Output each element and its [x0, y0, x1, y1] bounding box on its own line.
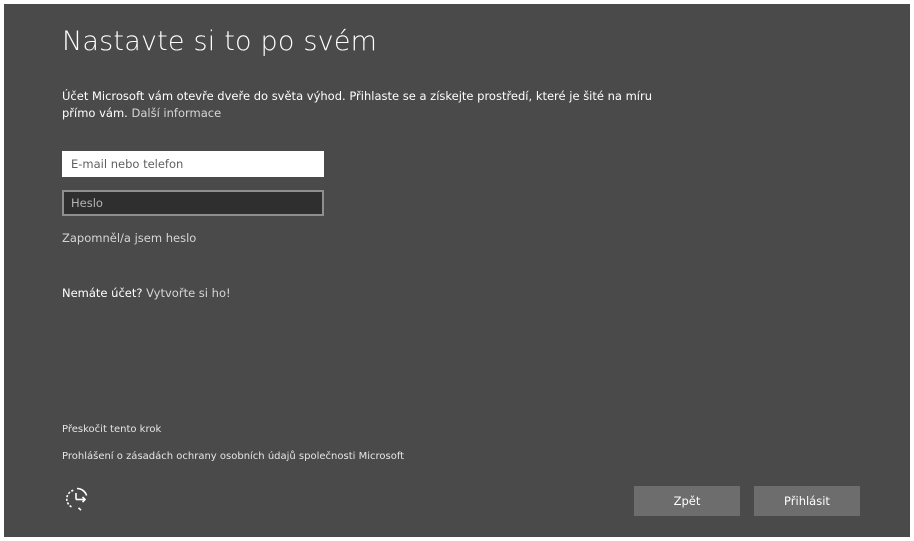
intro-text: Účet Microsoft vám otevře dveře do světa…: [62, 88, 682, 122]
learn-more-link[interactable]: Další informace: [131, 106, 221, 120]
password-input[interactable]: [62, 190, 324, 216]
ease-of-access-icon[interactable]: [64, 486, 90, 512]
page-title: Nastavte si to po svém: [62, 26, 378, 57]
sign-in-button[interactable]: Přihlásit: [754, 486, 860, 516]
back-button[interactable]: Zpět: [634, 486, 740, 516]
skip-step-link[interactable]: Přeskočit tento krok: [62, 424, 161, 435]
setup-screen: Nastavte si to po svém Účet Microsoft vá…: [4, 4, 910, 537]
privacy-statement-link[interactable]: Prohlášení o zásadách ochrany osobních ú…: [62, 451, 404, 462]
ease-of-access-icon-graphic: [66, 487, 88, 511]
no-account-text: Nemáte účet?: [62, 286, 143, 300]
no-account-prompt: Nemáte účet? Vytvořte si ho!: [62, 286, 231, 300]
email-input[interactable]: [62, 151, 324, 177]
create-account-link[interactable]: Vytvořte si ho!: [146, 286, 230, 300]
forgot-password-link[interactable]: Zapomněl/a jsem heslo: [62, 231, 196, 245]
